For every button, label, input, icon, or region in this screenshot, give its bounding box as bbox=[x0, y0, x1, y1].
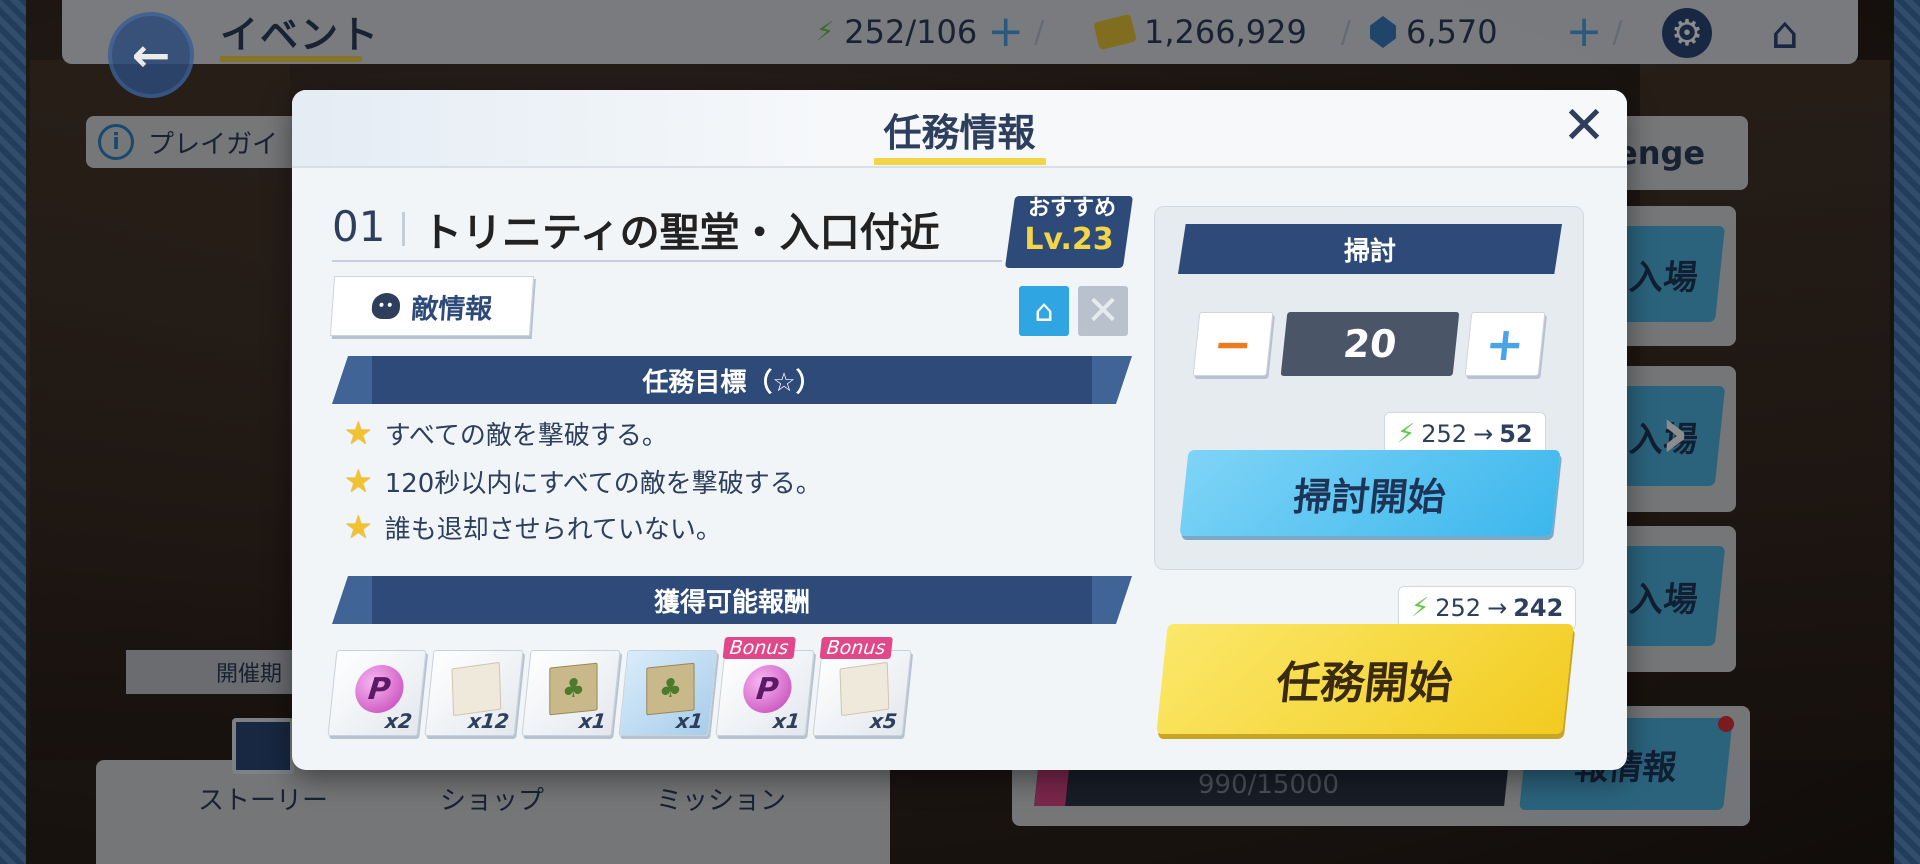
map-scroll-icon: ♣ bbox=[646, 662, 695, 716]
objectives-header-label: 任務目標（☆） bbox=[642, 367, 822, 398]
stage-underline bbox=[332, 260, 1002, 262]
start-ap-from: 252 bbox=[1435, 594, 1482, 622]
rewards-header: 獲得可能報酬 bbox=[332, 576, 1132, 624]
start-ap-to: 242 bbox=[1513, 594, 1564, 622]
ap-bolt-icon: ⚡ bbox=[1397, 419, 1416, 449]
objective-text: 120秒以内にすべての敵を撃破する。 bbox=[384, 468, 822, 499]
enemy-skull-icon: •• bbox=[370, 293, 401, 319]
reward-qty: x12 bbox=[467, 709, 511, 733]
recommend-level: Lv.23 bbox=[1024, 222, 1114, 257]
sweep-count-value: 20 bbox=[1341, 322, 1399, 366]
recommend-label: おすすめ bbox=[1027, 196, 1116, 221]
arrow-right-icon: → bbox=[1473, 420, 1494, 448]
sweep-ap-to: 52 bbox=[1499, 420, 1533, 448]
sweep-ap-from: 252 bbox=[1421, 420, 1468, 448]
modal-title: 任務情報 bbox=[883, 111, 1036, 155]
stage-number: 01 bbox=[332, 202, 386, 251]
reward-item[interactable]: P x2 bbox=[327, 650, 427, 736]
start-sweep-label: 掃討開始 bbox=[1291, 474, 1448, 519]
decrease-button[interactable]: − bbox=[1192, 312, 1274, 376]
start-sweep-button[interactable]: 掃討開始 bbox=[1179, 450, 1561, 536]
disabled-terrain-icon: ✕ bbox=[1078, 286, 1128, 336]
p-coin-icon: P bbox=[740, 665, 794, 713]
objective-item: ★ 120秒以内にすべての敵を撃破する。 bbox=[344, 462, 822, 500]
stage-divider bbox=[402, 212, 405, 246]
reward-item[interactable]: ♣ x1 bbox=[521, 650, 621, 736]
stage-name: トリニティの聖堂・入口付近 bbox=[422, 210, 940, 256]
bonus-badge: Bonus bbox=[722, 637, 796, 659]
indoor-terrain-icon: ⌂ bbox=[1019, 286, 1069, 336]
start-mission-button[interactable]: 任務開始 bbox=[1156, 624, 1574, 734]
enemy-info-label: 敵情報 bbox=[410, 293, 494, 325]
back-arrow-icon[interactable]: ← bbox=[108, 12, 194, 98]
objective-item: ★ 誰も退却させられていない。 bbox=[344, 508, 722, 546]
star-icon: ★ bbox=[344, 462, 373, 500]
star-icon: ★ bbox=[344, 508, 373, 546]
modal-title-underline bbox=[874, 158, 1046, 165]
sweep-count[interactable]: 20 bbox=[1280, 312, 1460, 376]
reward-item[interactable]: ♣ x1 bbox=[618, 650, 718, 736]
reward-qty: x2 bbox=[383, 709, 414, 733]
arrow-right-icon: → bbox=[1487, 594, 1508, 622]
p-coin-icon: P bbox=[352, 665, 406, 713]
reward-qty: x1 bbox=[577, 709, 608, 733]
rewards-header-label: 獲得可能報酬 bbox=[653, 587, 810, 618]
map-scroll-icon: ♣ bbox=[549, 662, 598, 716]
reward-qty: x1 bbox=[771, 709, 802, 733]
objective-item: ★ すべての敵を撃破する。 bbox=[344, 414, 668, 452]
close-icon[interactable]: ✕ bbox=[1560, 100, 1608, 152]
reward-item[interactable]: x12 bbox=[424, 650, 524, 736]
bonus-badge: Bonus bbox=[819, 637, 893, 659]
objective-text: すべての敵を撃破する。 bbox=[384, 420, 668, 451]
start-mission-label: 任務開始 bbox=[1273, 658, 1456, 709]
increase-button[interactable]: + bbox=[1464, 312, 1546, 376]
reward-item[interactable]: Bonus x5 bbox=[812, 637, 912, 736]
sweep-header: 掃討 bbox=[1178, 224, 1562, 274]
objective-text: 誰も退却させられていない。 bbox=[384, 514, 722, 545]
reward-item[interactable]: Bonus P x1 bbox=[715, 637, 815, 736]
reward-qty: x1 bbox=[674, 709, 705, 733]
ap-bolt-icon: ⚡ bbox=[1411, 593, 1430, 623]
enemy-info-button[interactable]: •• 敵情報 bbox=[329, 276, 535, 336]
star-icon: ★ bbox=[344, 414, 373, 452]
blueprint-paper-icon bbox=[451, 661, 502, 717]
blueprint-paper-icon bbox=[839, 661, 890, 717]
mission-info-modal: 任務情報 ✕ 01 トリニティの聖堂・入口付近 おすすめ Lv.23 •• 敵情… bbox=[292, 90, 1627, 770]
reward-qty: x5 bbox=[868, 709, 899, 733]
sweep-header-label: 掃討 bbox=[1343, 236, 1396, 267]
objectives-header: 任務目標（☆） bbox=[332, 356, 1132, 404]
